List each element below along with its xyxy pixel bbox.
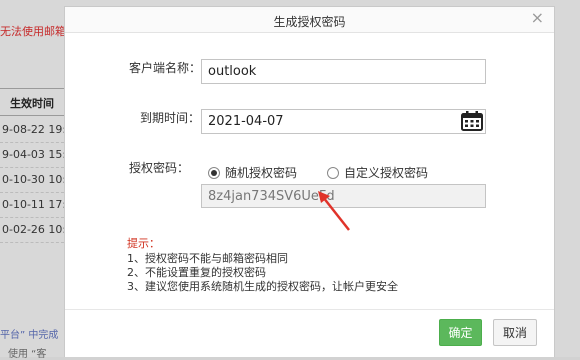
background-footer-text: 平台” 中完成 xyxy=(0,330,59,341)
background-table-header: 生效时间 xyxy=(0,88,64,116)
table-row: 9-08-22 19:0 xyxy=(0,118,64,143)
expire-date-input[interactable]: 2021-04-07 xyxy=(201,109,486,134)
random-password-radio[interactable]: 随机授权密码 xyxy=(208,164,297,181)
background-footer-text: 使用 “客 xyxy=(8,349,47,360)
annotation-arrow-icon xyxy=(318,191,350,231)
dialog-footer-divider xyxy=(65,309,554,310)
auth-password-label: 授权密码： xyxy=(129,161,190,175)
confirm-button[interactable]: 确定 xyxy=(439,319,482,346)
expire-date-label: 到期时间： xyxy=(140,111,201,125)
background-table: 9-08-22 19:0 9-04-03 15:5 0-10-30 10:3 0… xyxy=(0,118,64,243)
background-header-label: 生效时间 xyxy=(10,97,54,110)
client-name-input[interactable]: outlook xyxy=(201,59,486,84)
table-row: 0-10-11 17:1 xyxy=(0,193,64,218)
custom-password-radio[interactable]: 自定义授权密码 xyxy=(327,164,428,181)
radio-unselected-indicator xyxy=(327,166,339,179)
background-error-text: 无法使用邮箱 xyxy=(0,25,66,38)
close-icon[interactable]: × xyxy=(531,10,544,26)
hint-line-3: 3、建议您使用系统随机生成的授权密码，让帐户更安全 xyxy=(127,280,398,293)
table-row: 9-04-03 15:5 xyxy=(0,143,64,168)
calendar-icon[interactable] xyxy=(461,111,483,131)
custom-password-radio-label: 自定义授权密码 xyxy=(344,166,429,180)
dialog-title-bar: 生成授权密码 × xyxy=(65,7,554,33)
dialog-title: 生成授权密码 xyxy=(273,15,346,29)
random-password-radio-label: 随机授权密码 xyxy=(225,166,298,180)
table-row: 0-02-26 10:0 xyxy=(0,218,64,243)
generate-auth-password-dialog: 生成授权密码 × 客户端名称： outlook 到期时间： 2021-04-07… xyxy=(64,6,555,357)
cancel-button[interactable]: 取消 xyxy=(493,319,537,346)
table-row: 0-10-30 10:3 xyxy=(0,168,64,193)
hint-title: 提示： xyxy=(127,237,160,250)
client-name-label: 客户端名称： xyxy=(129,61,202,75)
radio-selected-indicator xyxy=(208,166,220,179)
